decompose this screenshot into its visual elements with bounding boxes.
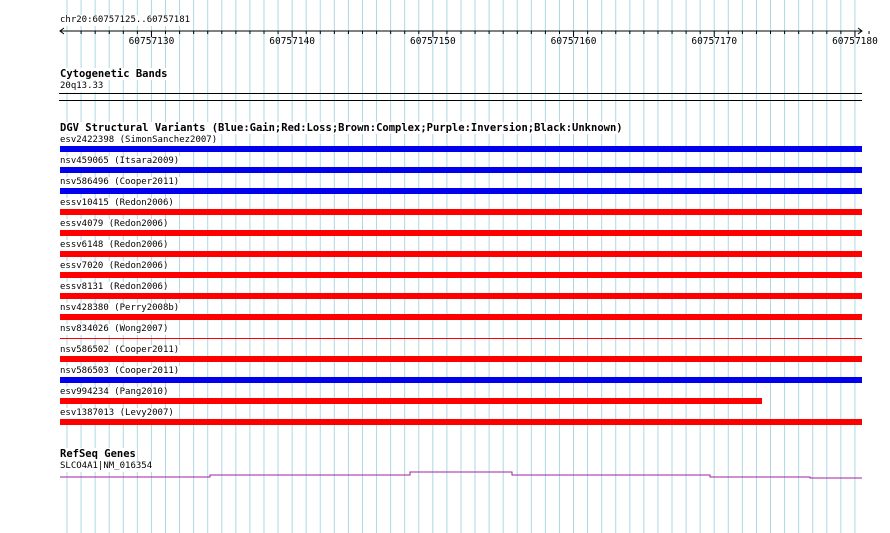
variant-label[interactable]: nsv834026 (Wong2007): [59, 324, 170, 335]
cytoband-bar-top: [59, 93, 862, 94]
variant-label[interactable]: essv6148 (Redon2006): [59, 240, 170, 251]
variant-bar-loss[interactable]: [60, 230, 862, 236]
variant-bar-loss[interactable]: [60, 338, 862, 339]
variant-bar-gain[interactable]: [60, 167, 862, 173]
variant-bar-gain[interactable]: [60, 188, 862, 194]
gene-intron-line[interactable]: [60, 471, 862, 479]
gene-model-slco4a1[interactable]: [0, 466, 890, 486]
variant-label[interactable]: nsv428380 (Perry2008b): [59, 303, 181, 314]
variant-label[interactable]: essv4079 (Redon2006): [59, 219, 170, 230]
cytoband-label[interactable]: 20q13.33: [59, 81, 105, 92]
dgv-track-title: DGV Structural Variants (Blue:Gain;Red:L…: [59, 122, 624, 134]
cytobands-track-title: Cytogenetic Bands: [59, 68, 169, 80]
variant-label[interactable]: essv7020 (Redon2006): [59, 261, 170, 272]
variant-bar-gain[interactable]: [60, 146, 862, 152]
ruler-tick-label: 60757130: [129, 36, 175, 47]
variant-label[interactable]: esv994234 (Pang2010): [59, 387, 170, 398]
cytoband-bar-bottom: [59, 100, 862, 101]
variant-bar-loss[interactable]: [60, 314, 862, 320]
variant-label[interactable]: esv1387013 (Levy2007): [59, 408, 175, 419]
variant-label[interactable]: esv2422398 (SimonSanchez2007): [59, 135, 219, 146]
ruler-tick-label: 60757170: [691, 36, 737, 47]
variant-bar-loss[interactable]: [60, 251, 862, 257]
ruler-tick-label: 60757180: [832, 36, 878, 47]
variant-label[interactable]: nsv459065 (Itsara2009): [59, 156, 181, 167]
variant-bar-loss[interactable]: [60, 272, 862, 278]
ruler: 60757130 60757140 60757150 60757160 60757170…: [59, 27, 878, 47]
ruler-tick-label: 60757150: [410, 36, 456, 47]
variant-label[interactable]: nsv586503 (Cooper2011): [59, 366, 181, 377]
ruler-tick-label: 60757140: [269, 36, 315, 47]
variant-label[interactable]: nsv586496 (Cooper2011): [59, 177, 181, 188]
variant-label[interactable]: nsv586502 (Cooper2011): [59, 345, 181, 356]
variant-label[interactable]: essv10415 (Redon2006): [59, 198, 175, 209]
refseq-track-title: RefSeq Genes: [59, 448, 137, 460]
variant-bar-loss[interactable]: [60, 209, 862, 215]
variant-bar-loss[interactable]: [60, 293, 862, 299]
variant-bar-loss[interactable]: [60, 398, 762, 404]
variant-bar-loss[interactable]: [60, 356, 862, 362]
variant-label[interactable]: essv8131 (Redon2006): [59, 282, 170, 293]
ruler-tick-label: 60757160: [551, 36, 597, 47]
variant-bar-gain[interactable]: [60, 377, 862, 383]
variant-bar-loss[interactable]: [60, 419, 862, 425]
